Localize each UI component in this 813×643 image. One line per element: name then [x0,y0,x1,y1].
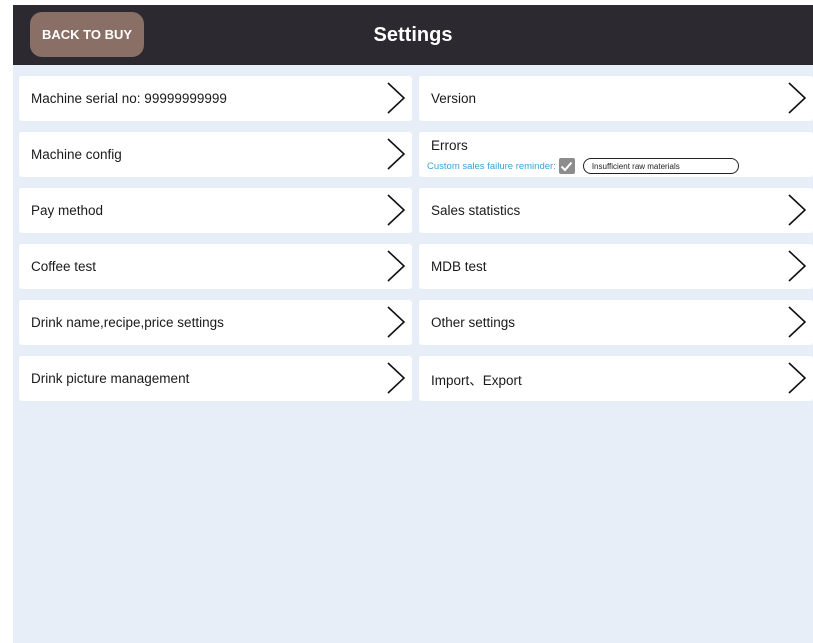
row-label: Version [431,91,477,106]
chevron-right-icon [788,362,807,394]
chevron-right-icon [788,250,807,282]
row-label: Sales statistics [431,203,521,218]
sales-failure-reminder: Custom sales failure reminder: [427,158,739,174]
settings-row-sales-statistics[interactable]: Sales statistics [419,188,813,233]
settings-row-machine-serial[interactable]: Machine serial no: 99999999999 [19,76,412,121]
row-label: Drink picture management [31,371,190,386]
settings-row-drink-recipe[interactable]: Drink name,recipe,price settings [19,300,412,345]
settings-row-drink-picture[interactable]: Drink picture management [19,356,412,401]
row-label: MDB test [431,259,487,274]
settings-row-coffee-test[interactable]: Coffee test [19,244,412,289]
back-to-buy-button[interactable]: BACK TO BUY [30,12,144,57]
settings-row-other-settings[interactable]: Other settings [419,300,813,345]
chevron-right-icon [788,194,807,226]
settings-row-errors[interactable]: Errors Custom sales failure reminder: [419,132,813,177]
chevron-right-icon [387,306,406,338]
row-label: Errors [431,138,468,153]
chevron-right-icon [788,82,807,114]
reminder-label: Custom sales failure reminder: [427,160,556,172]
chevron-right-icon [387,138,406,170]
settings-row-import-export[interactable]: Import、Export [419,356,813,401]
settings-row-pay-method[interactable]: Pay method [19,188,412,233]
chevron-right-icon [788,306,807,338]
chevron-right-icon [387,362,406,394]
chevron-right-icon [387,82,406,114]
settings-row-machine-config[interactable]: Machine config [19,132,412,177]
settings-row-version[interactable]: Version [419,76,813,121]
reminder-text-field[interactable] [582,158,739,174]
row-label: Machine serial no: 99999999999 [31,91,227,106]
row-label: Machine config [31,147,122,162]
header-bar: BACK TO BUY Settings [13,5,813,65]
row-label: Import、Export [431,372,522,388]
reminder-checkbox[interactable] [558,158,575,174]
settings-screen: BACK TO BUY Settings Machine serial no: … [13,5,813,643]
settings-row-mdb-test[interactable]: MDB test [419,244,813,289]
chevron-right-icon [387,194,406,226]
row-label: Coffee test [31,259,97,274]
row-label: Pay method [31,203,104,218]
checkmark-icon [561,161,573,171]
row-label: Other settings [431,315,516,330]
row-label: Drink name,recipe,price settings [31,315,224,330]
chevron-right-icon [387,250,406,282]
